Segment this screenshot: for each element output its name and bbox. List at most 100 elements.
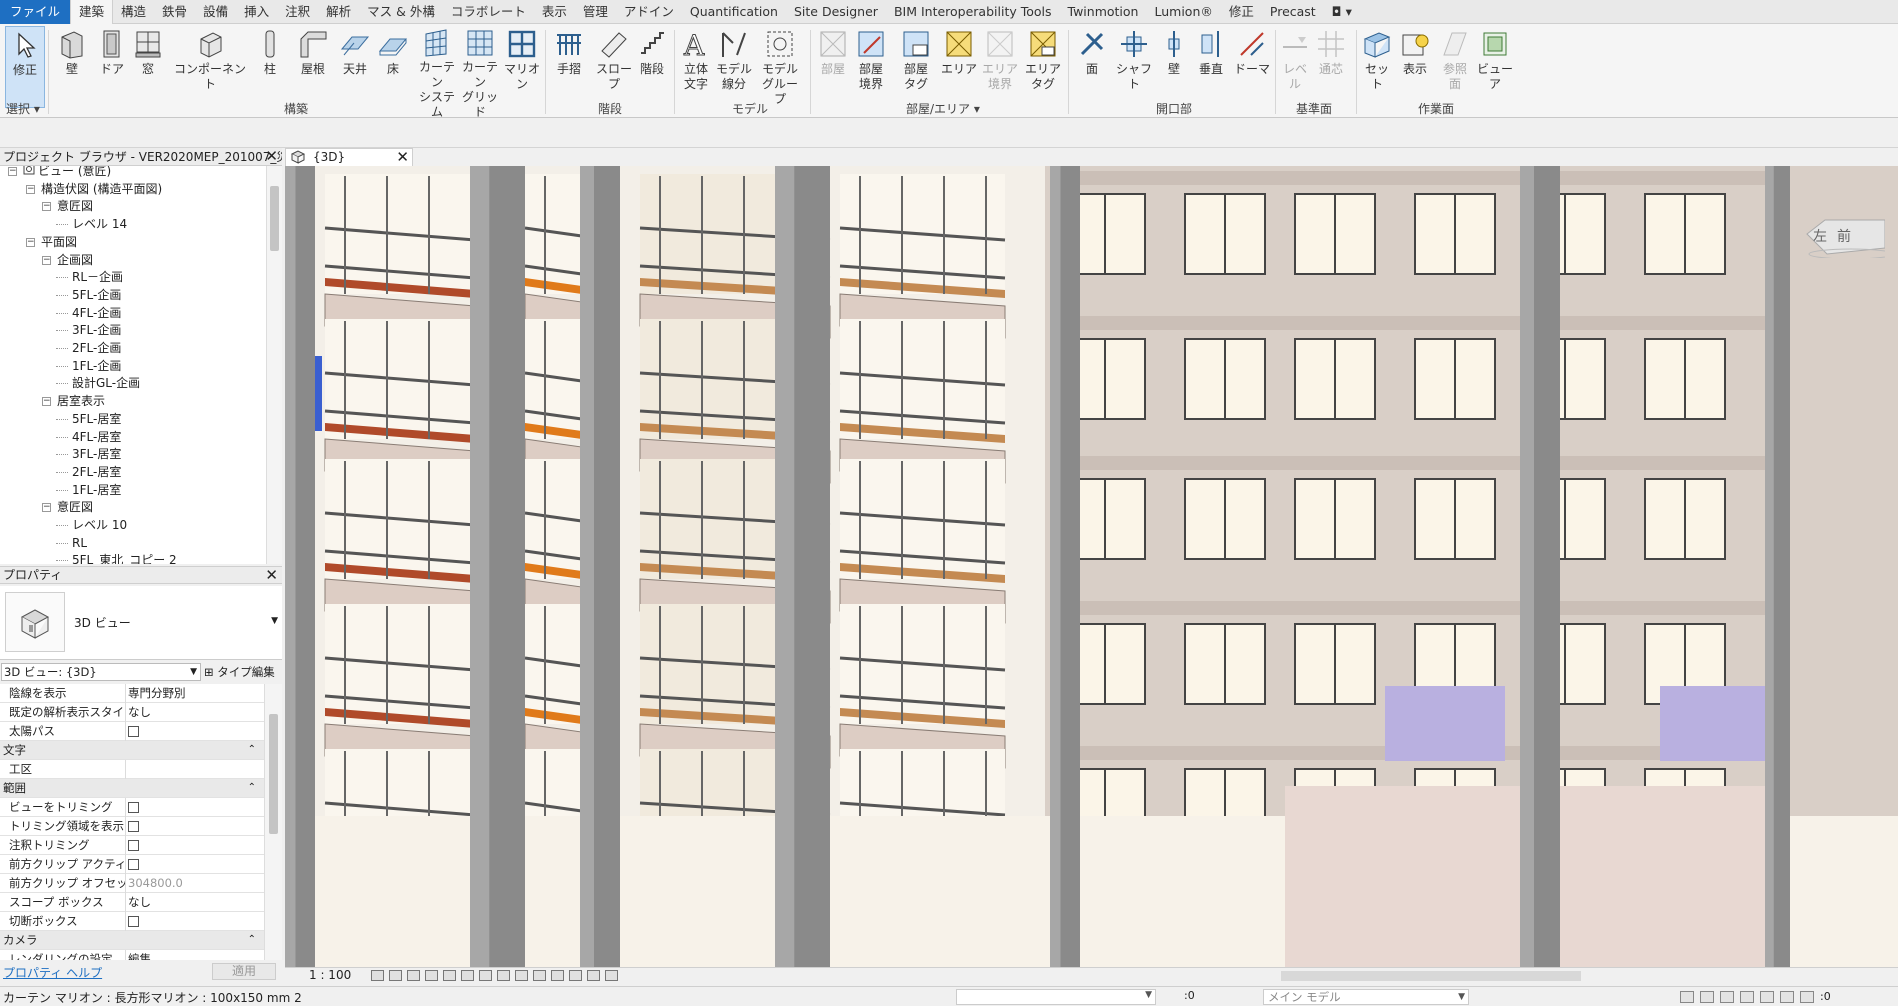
property-value[interactable]: 編集... xyxy=(128,950,262,960)
tree-item[interactable]: − 居室表示 xyxy=(42,393,105,410)
set-button[interactable]: セット xyxy=(1362,26,1392,108)
select-by-face-icon[interactable] xyxy=(1740,990,1754,1003)
sun-path-icon[interactable] xyxy=(407,970,420,981)
ribbon-tab[interactable]: 鉄骨 xyxy=(154,0,195,24)
door-button[interactable]: ドア xyxy=(97,26,127,108)
ribbon-tab[interactable]: Twinmotion xyxy=(1060,0,1147,24)
reveal-constraints-icon[interactable] xyxy=(605,970,618,981)
property-checkbox[interactable] xyxy=(128,912,262,930)
ceiling-button[interactable]: 天井 xyxy=(340,26,370,108)
show-crop-icon[interactable] xyxy=(479,970,492,981)
show-workplane-button[interactable]: 表示 xyxy=(1398,26,1432,108)
edit-type-button[interactable]: ⊞ タイプ編集 xyxy=(204,663,275,681)
curtain-system-button[interactable]: カーテン システム xyxy=(415,26,459,119)
collapse-chevron-icon[interactable]: ⌃ xyxy=(248,741,256,759)
ribbon-tab[interactable]: BIM Interoperability Tools xyxy=(886,0,1060,24)
area-button[interactable]: エリア xyxy=(941,26,977,108)
background-process-icon[interactable] xyxy=(1780,990,1794,1003)
property-section[interactable]: 範囲 ⌃ xyxy=(0,779,264,798)
lock-view-icon[interactable] xyxy=(497,970,510,981)
grid-button[interactable]: 通芯 xyxy=(1316,26,1346,108)
curtain-grid-button[interactable]: カーテン グリッド xyxy=(458,26,502,119)
properties-help-link[interactable]: プロパティ ヘルプ xyxy=(3,964,102,981)
tree-item[interactable]: 4FL-企画 xyxy=(56,305,121,322)
property-row[interactable]: 太陽パス xyxy=(0,722,264,741)
railing-button[interactable]: 手摺 xyxy=(553,26,585,108)
floor-button[interactable]: 床 xyxy=(378,26,408,108)
drag-on-selection-icon[interactable] xyxy=(1760,990,1774,1003)
property-row[interactable]: トリミング領域を表示 xyxy=(0,817,264,836)
tree-item[interactable]: 5FL-居室 xyxy=(56,411,121,428)
property-row[interactable]: 陰線を表示 専門分野別 xyxy=(0,684,264,703)
ribbon-tab[interactable]: 表示 xyxy=(534,0,575,24)
ramp-button[interactable]: スロープ xyxy=(592,26,636,108)
shadows-icon[interactable] xyxy=(425,970,438,981)
tree-item[interactable]: 3FL-居室 xyxy=(56,446,121,463)
property-row[interactable]: 工区 xyxy=(0,760,264,779)
group-room-area-label[interactable]: 部屋/エリア ▾ xyxy=(906,100,980,117)
property-value[interactable]: なし xyxy=(128,893,262,911)
select-underlay-icon[interactable] xyxy=(1700,990,1714,1003)
horizontal-scrollbar[interactable] xyxy=(701,971,1581,981)
select-links-icon[interactable] xyxy=(1680,990,1694,1003)
tree-item[interactable]: RL xyxy=(56,535,87,552)
tree-item[interactable]: 設計GL-企画 xyxy=(56,375,140,392)
reveal-hidden-icon[interactable] xyxy=(533,970,546,981)
filter-icon[interactable] xyxy=(1800,990,1814,1003)
viewcube-left-face[interactable]: 左 xyxy=(1813,226,1827,246)
tree-item[interactable]: 2FL-居室 xyxy=(56,464,121,481)
tree-item[interactable]: 1FL-企画 xyxy=(56,358,121,375)
wall-opening-button[interactable]: 壁 xyxy=(1160,26,1188,108)
property-checkbox[interactable] xyxy=(128,855,262,873)
visual-style-icon[interactable] xyxy=(389,970,402,981)
ribbon-tab[interactable]: アドイン xyxy=(616,0,682,24)
model-group-button[interactable]: モデル グループ xyxy=(758,26,802,108)
room-tag-button[interactable]: 部屋 タグ xyxy=(896,26,936,108)
select-pinned-icon[interactable] xyxy=(1720,990,1734,1003)
analytical-model-icon[interactable] xyxy=(569,970,582,981)
tree-item[interactable]: − 意匠図 xyxy=(42,499,93,516)
ribbon-tab[interactable]: 解析 xyxy=(318,0,359,24)
properties-scrollbar[interactable] xyxy=(264,684,282,960)
tree-item[interactable]: 2FL-企画 xyxy=(56,340,121,357)
ribbon-tab[interactable]: Site Designer xyxy=(786,0,886,24)
ref-plane-button[interactable]: 参照 面 xyxy=(1440,26,1470,108)
chevron-down-icon[interactable]: ▼ xyxy=(271,616,278,626)
ribbon-tab[interactable]: Precast xyxy=(1262,0,1324,24)
window-button[interactable]: 窓 xyxy=(133,26,163,108)
collapse-toggle-icon[interactable]: − xyxy=(42,255,51,265)
collapse-chevron-icon[interactable]: ⌃ xyxy=(248,779,256,797)
crop-view-icon[interactable] xyxy=(461,970,474,981)
tree-item[interactable]: 5FL_東北_コピー 2 xyxy=(56,552,177,564)
tree-item[interactable]: 4FL-居室 xyxy=(56,429,121,446)
stair-button[interactable]: 階段 xyxy=(636,26,668,108)
detail-level-icon[interactable] xyxy=(371,970,384,981)
ribbon-tab[interactable]: Quantification xyxy=(682,0,786,24)
property-checkbox[interactable] xyxy=(128,798,262,816)
dormer-button[interactable]: ドーマ xyxy=(1234,26,1270,108)
close-icon[interactable]: ✕ xyxy=(396,149,409,166)
ribbon-tab[interactable]: 修正 xyxy=(1221,0,1262,24)
ribbon-tab[interactable]: 挿入 xyxy=(236,0,277,24)
ribbon-tab[interactable]: Lumion® xyxy=(1146,0,1220,24)
tree-item[interactable]: レベル 14 xyxy=(56,216,127,233)
tree-item[interactable]: RL－企画 xyxy=(56,269,123,286)
collapse-toggle-icon[interactable]: − xyxy=(42,503,51,513)
modify-button[interactable]: 修正 xyxy=(5,26,45,108)
type-selector[interactable]: 3D ビュー ▼ xyxy=(0,586,282,660)
instance-selector[interactable]: 3D ビュー: {3D} ▼ xyxy=(1,663,201,681)
workset-selector[interactable]: ▼ xyxy=(956,989,1156,1005)
property-row[interactable]: 既定の解析表示スタイ... なし xyxy=(0,703,264,722)
tree-item[interactable]: 5FL-企画 xyxy=(56,287,121,304)
property-row[interactable]: 注釈トリミング xyxy=(0,836,264,855)
ribbon-tab[interactable]: 建築 xyxy=(70,0,114,24)
model-line-button[interactable]: モデル 線分 xyxy=(715,26,753,108)
viewer-button[interactable]: ビューア xyxy=(1474,26,1516,108)
property-row[interactable]: スコープ ボックス なし xyxy=(0,893,264,912)
property-value[interactable]: 304800.0 xyxy=(128,874,262,892)
rendering-icon[interactable] xyxy=(443,970,456,981)
roof-button[interactable]: 屋根 xyxy=(296,26,330,108)
collapse-toggle-icon[interactable]: − xyxy=(42,202,51,212)
project-browser-scrollbar[interactable] xyxy=(266,166,282,564)
close-icon[interactable]: ✕ xyxy=(265,148,278,165)
